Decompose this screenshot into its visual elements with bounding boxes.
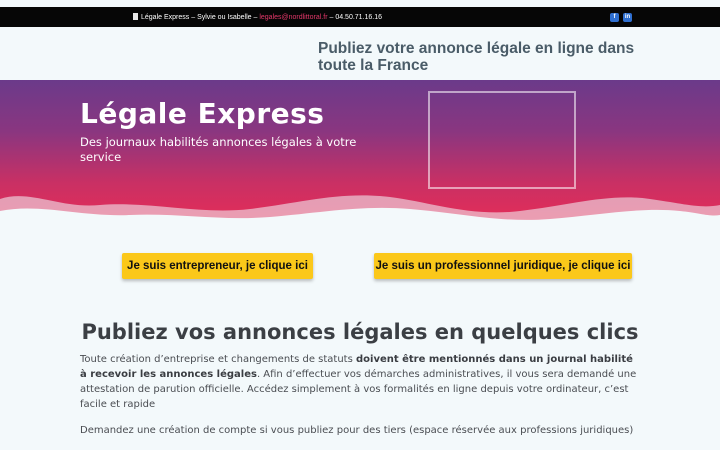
top-bar: Légale Express – Sylvie ou Isabelle – le… [0,7,720,27]
hero-subtitle: Des journaux habilités annonces légales … [80,135,357,164]
paragraph-text: Toute création d’entreprise et changemen… [80,354,356,365]
page-tagline: Publiez votre annonce légale en ligne da… [318,40,635,74]
document-icon [133,13,138,20]
separator: – [189,14,198,21]
email-link[interactable]: legales@nordlittoral.fr [259,14,327,21]
account-paragraph[interactable]: Demandez une création de compte si vous … [80,423,640,438]
site-name: Légale Express [141,14,190,21]
phone-number[interactable]: 04.50.71.16.16 [335,14,382,21]
intro-paragraph: Toute création d’entreprise et changemen… [80,352,640,412]
wave-divider [0,195,720,227]
linkedin-icon[interactable]: in [623,13,632,22]
entrepreneur-button[interactable]: Je suis entrepreneur, je clique ici [122,253,313,279]
section-title: Publiez vos annonces légales en quelques… [81,320,639,344]
professional-button[interactable]: Je suis un professionnel juridique, je c… [374,253,632,279]
contact-names: Sylvie ou Isabelle – [197,14,260,21]
hero-image-frame [428,91,576,189]
contact-info: Légale Express – Sylvie ou Isabelle – le… [133,13,382,21]
hero-banner: Légale Express Des journaux habilités an… [0,80,720,227]
hero-title: Légale Express [80,97,325,130]
facebook-icon[interactable]: f [610,13,619,22]
